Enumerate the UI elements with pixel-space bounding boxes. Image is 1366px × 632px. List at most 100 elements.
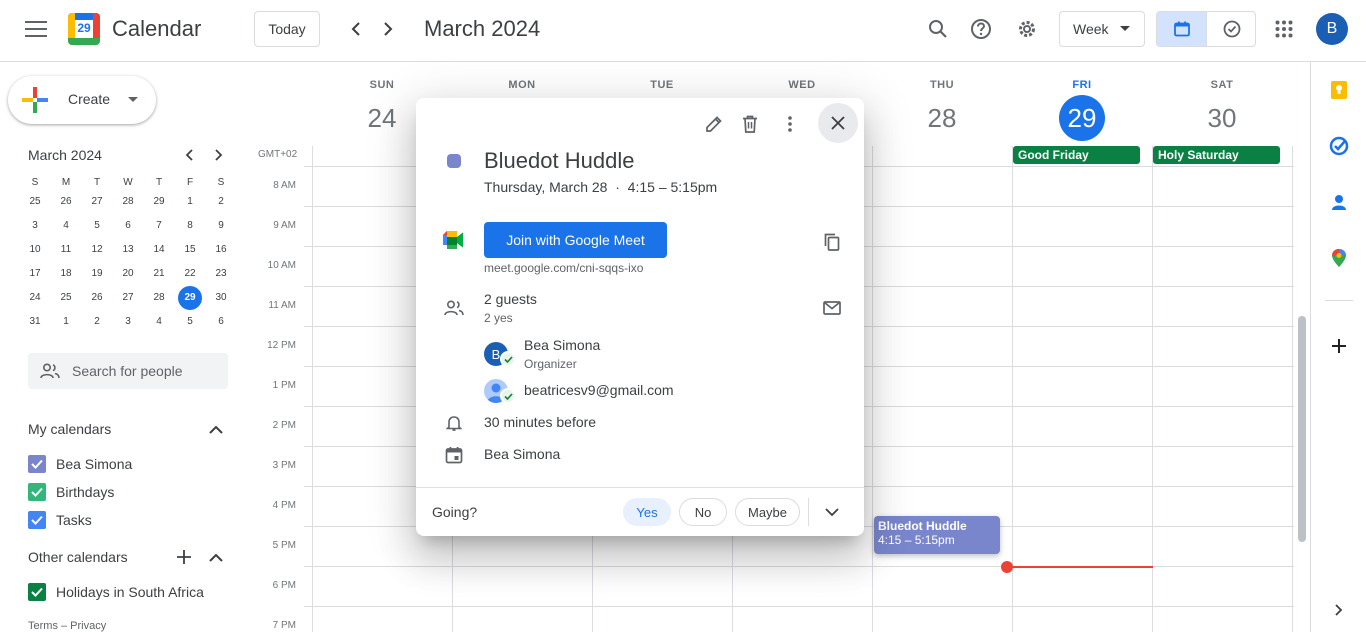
event-bluedot-huddle[interactable]: Bluedot Huddle 4:15 – 5:15pm: [874, 516, 1000, 554]
calendar-logo-icon[interactable]: 29: [68, 13, 100, 45]
copy-meet-link-button[interactable]: [816, 226, 848, 258]
tasks-view-toggle[interactable]: [1207, 12, 1255, 46]
collapse-my-calendars-button[interactable]: [204, 417, 228, 441]
rsvp-no-button[interactable]: No: [679, 498, 727, 526]
mini-calendar-day[interactable]: 9: [208, 214, 234, 238]
mini-calendar-day[interactable]: 1: [177, 190, 203, 214]
mini-calendar-day[interactable]: 13: [115, 238, 141, 262]
checkbox-checked-icon[interactable]: [28, 511, 46, 529]
mini-calendar-day[interactable]: 11: [53, 238, 79, 262]
calendar-list-item[interactable]: Bea Simona: [28, 452, 132, 476]
day-column-header[interactable]: FRI 29: [1012, 62, 1152, 141]
settings-button[interactable]: [1007, 9, 1047, 49]
mini-calendar-day[interactable]: 6: [208, 310, 234, 334]
mini-calendar-day[interactable]: 26: [84, 286, 110, 310]
close-popup-button[interactable]: [818, 103, 858, 143]
app-title[interactable]: Calendar: [112, 16, 201, 42]
mini-calendar-prev-button[interactable]: [178, 144, 200, 166]
account-avatar[interactable]: B: [1316, 13, 1348, 45]
mini-calendar-day[interactable]: 1: [53, 310, 79, 334]
checkbox-checked-icon[interactable]: [28, 583, 46, 601]
vertical-scrollbar[interactable]: [1298, 316, 1306, 542]
mini-calendar-day[interactable]: 8: [177, 214, 203, 238]
show-side-panel-button[interactable]: [1327, 598, 1351, 622]
day-column-header[interactable]: THU 28: [872, 62, 1012, 141]
mini-calendar-day[interactable]: 29: [178, 286, 202, 310]
day-number[interactable]: 28: [872, 95, 1012, 141]
mini-calendar-day[interactable]: 26: [53, 190, 79, 214]
checkbox-checked-icon[interactable]: [28, 483, 46, 501]
my-calendars-heading[interactable]: My calendars: [28, 421, 111, 437]
mini-calendar-next-button[interactable]: [208, 144, 230, 166]
join-meet-button[interactable]: Join with Google Meet: [484, 222, 667, 258]
previous-week-button[interactable]: [340, 13, 372, 45]
mini-calendar-day[interactable]: 29: [146, 190, 172, 214]
next-week-button[interactable]: [372, 13, 404, 45]
help-button[interactable]: [961, 9, 1001, 49]
keep-button[interactable]: [1327, 78, 1351, 102]
mini-calendar-day[interactable]: 3: [22, 214, 48, 238]
mini-calendar-day[interactable]: 22: [177, 262, 203, 286]
mini-calendar-day[interactable]: 12: [84, 238, 110, 262]
mini-calendar-day[interactable]: 5: [177, 310, 203, 334]
delete-event-button[interactable]: [734, 108, 766, 140]
mini-calendar-day[interactable]: 19: [84, 262, 110, 286]
mini-calendar-day[interactable]: 21: [146, 262, 172, 286]
all-day-event[interactable]: Good Friday: [1013, 146, 1140, 164]
mini-calendar-day[interactable]: 25: [53, 286, 79, 310]
mini-calendar-day[interactable]: 4: [53, 214, 79, 238]
rsvp-maybe-button[interactable]: Maybe: [735, 498, 800, 526]
mini-calendar-day[interactable]: 2: [208, 190, 234, 214]
day-column-header[interactable]: SAT 30: [1152, 62, 1292, 141]
day-number[interactable]: 29: [1059, 95, 1105, 141]
maps-button[interactable]: [1327, 246, 1351, 270]
mini-calendar-day[interactable]: 5: [84, 214, 110, 238]
checkbox-checked-icon[interactable]: [28, 455, 46, 473]
mini-calendar-day[interactable]: 14: [146, 238, 172, 262]
calendar-list-item[interactable]: Tasks: [28, 508, 92, 532]
all-day-event[interactable]: Holy Saturday: [1153, 146, 1280, 164]
email-guests-button[interactable]: [816, 292, 848, 324]
rsvp-yes-button[interactable]: Yes: [623, 498, 671, 526]
mini-calendar-day[interactable]: 20: [115, 262, 141, 286]
mini-calendar-day[interactable]: 10: [22, 238, 48, 262]
edit-event-button[interactable]: [698, 108, 730, 140]
collapse-other-calendars-button[interactable]: [204, 545, 228, 569]
mini-calendar-day[interactable]: 24: [22, 286, 48, 310]
mini-calendar-day[interactable]: 23: [208, 262, 234, 286]
mini-calendar-day[interactable]: 6: [115, 214, 141, 238]
search-button[interactable]: [918, 9, 958, 49]
mini-calendar-day[interactable]: 27: [115, 286, 141, 310]
mini-calendar-day[interactable]: 18: [53, 262, 79, 286]
mini-calendar-day[interactable]: 4: [146, 310, 172, 334]
mini-calendar-day[interactable]: 17: [22, 262, 48, 286]
tasks-button[interactable]: [1327, 134, 1351, 158]
day-number[interactable]: 30: [1152, 95, 1292, 141]
terms-privacy-link[interactable]: Terms – Privacy: [28, 620, 106, 632]
mini-calendar-day[interactable]: 28: [115, 190, 141, 214]
mini-calendar-day[interactable]: 27: [84, 190, 110, 214]
mini-calendar-day[interactable]: 15: [177, 238, 203, 262]
calendar-list-item[interactable]: Birthdays: [28, 480, 114, 504]
mini-calendar-day[interactable]: 16: [208, 238, 234, 262]
search-people-input[interactable]: Search for people: [28, 353, 228, 389]
mini-calendar-day[interactable]: 31: [22, 310, 48, 334]
calendar-list-item[interactable]: Holidays in South Africa: [28, 580, 204, 604]
google-apps-button[interactable]: [1264, 9, 1304, 49]
more-options-button[interactable]: [774, 108, 806, 140]
mini-calendar-day[interactable]: 3: [115, 310, 141, 334]
create-button[interactable]: Create: [8, 76, 156, 124]
get-add-ons-button[interactable]: [1327, 334, 1351, 358]
calendar-view-toggle[interactable]: [1157, 12, 1207, 46]
main-menu-button[interactable]: [16, 9, 56, 49]
rsvp-options-button[interactable]: [816, 496, 848, 528]
mini-calendar-day[interactable]: 30: [208, 286, 234, 310]
mini-calendar-day[interactable]: 7: [146, 214, 172, 238]
mini-calendar-day[interactable]: 28: [146, 286, 172, 310]
contacts-button[interactable]: [1327, 190, 1351, 214]
view-switcher-dropdown[interactable]: Week: [1059, 11, 1145, 47]
other-calendars-heading[interactable]: Other calendars: [28, 549, 128, 565]
add-other-calendar-button[interactable]: [172, 545, 196, 569]
mini-calendar-day[interactable]: 2: [84, 310, 110, 334]
mini-calendar-day[interactable]: 25: [22, 190, 48, 214]
